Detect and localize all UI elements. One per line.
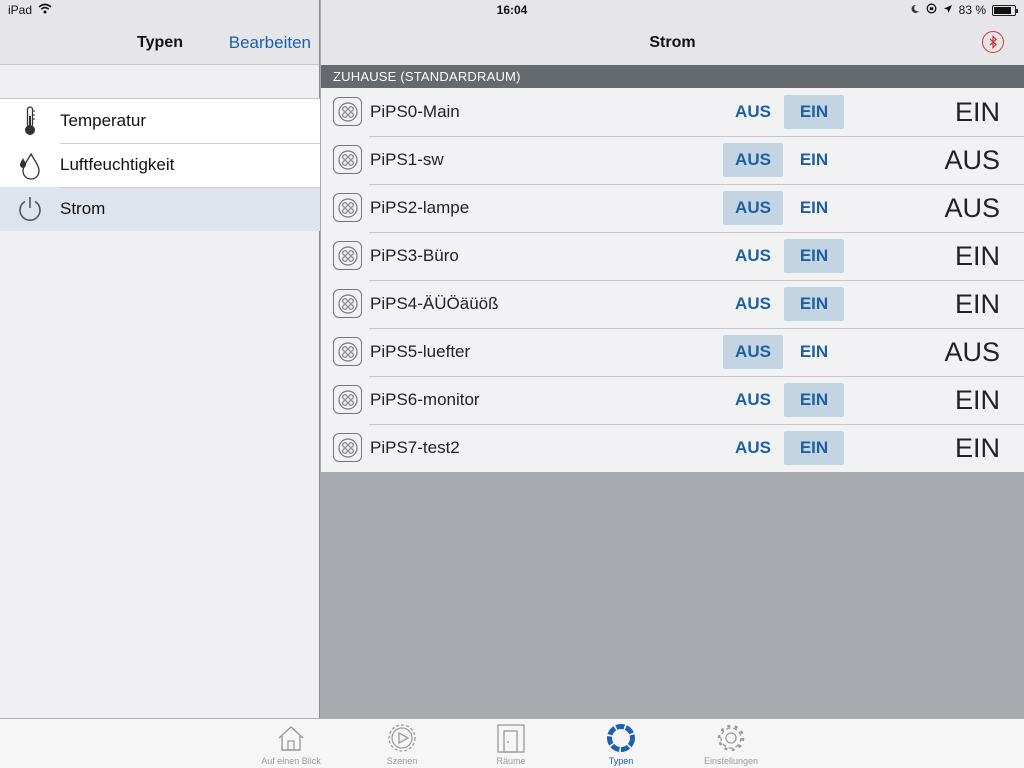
tab-einstellungen[interactable]: Einstellungen <box>691 719 771 768</box>
sidebar: Typen Bearbeiten Temperatur Luftfeuchtig… <box>0 0 320 718</box>
types-ring-icon <box>605 722 637 754</box>
device-name: PiPS0-Main <box>370 102 460 121</box>
sidebar-item-label: Strom <box>60 199 106 218</box>
table-row: PiPS4-ÄÜÖäüöß AUS EIN EIN <box>321 280 1024 328</box>
bluetooth-icon[interactable] <box>982 31 1004 53</box>
location-arrow-icon <box>943 3 953 17</box>
socket-icon <box>333 241 362 270</box>
wifi-icon <box>38 3 52 17</box>
device-name: PiPS5-luefter <box>370 342 471 361</box>
edit-button[interactable]: Bearbeiten <box>229 33 311 53</box>
tab-auf-einen-blick[interactable]: Auf einen Blick <box>251 719 331 768</box>
sidebar-item-temperatur[interactable]: Temperatur <box>0 99 320 143</box>
on-button[interactable]: EIN <box>784 383 844 417</box>
off-button[interactable]: AUS <box>723 143 783 177</box>
socket-icon <box>333 337 362 366</box>
device-name: PiPS3-Büro <box>370 246 459 265</box>
type-list: Temperatur Luftfeuchtigkeit Strom <box>0 98 320 231</box>
device-state: AUS <box>944 336 1000 367</box>
on-button[interactable]: EIN <box>784 431 844 465</box>
device-name: PiPS4-ÄÜÖäüöß <box>370 294 499 313</box>
device-name: PiPS1-sw <box>370 150 444 169</box>
device-state: EIN <box>954 384 1000 415</box>
socket-icon <box>333 97 362 126</box>
tab-label: Räume <box>496 756 526 766</box>
thermometer-icon <box>0 106 60 136</box>
device-name: PiPS6-monitor <box>370 390 480 409</box>
tab-label: Typen <box>608 756 634 766</box>
table-row: PiPS3-Büro AUS EIN EIN <box>321 232 1024 280</box>
tab-bar: Auf einen Blick Szenen Räume Typen Einst… <box>0 718 1024 768</box>
device-state: EIN <box>954 288 1000 319</box>
device-name: PiPS7-test2 <box>370 438 460 457</box>
sidebar-item-label: Luftfeuchtigkeit <box>60 155 175 174</box>
tab-szenen[interactable]: Szenen <box>362 719 442 768</box>
device-name: PiPS2-lampe <box>370 198 470 217</box>
page-title: Strom <box>649 34 696 51</box>
off-button[interactable]: AUS <box>723 335 783 369</box>
socket-icon <box>333 433 362 462</box>
device-state: AUS <box>944 192 1000 223</box>
socket-icon <box>333 289 362 318</box>
on-button[interactable]: EIN <box>784 143 844 177</box>
off-button[interactable]: AUS <box>723 239 783 273</box>
power-icon <box>0 195 60 223</box>
off-button[interactable]: AUS <box>723 95 783 129</box>
off-button[interactable]: AUS <box>723 287 783 321</box>
door-icon <box>496 722 526 754</box>
droplet-icon <box>0 150 60 180</box>
off-button[interactable]: AUS <box>723 431 783 465</box>
tab-raeume[interactable]: Räume <box>471 719 551 768</box>
table-row: PiPS1-sw AUS EIN AUS <box>321 136 1024 184</box>
battery-percent: 83 % <box>958 3 986 17</box>
on-button[interactable]: EIN <box>784 287 844 321</box>
tab-label: Einstellungen <box>703 756 759 766</box>
on-button[interactable]: EIN <box>784 239 844 273</box>
table-row: PiPS0-Main AUS EIN EIN <box>321 88 1024 136</box>
socket-icon <box>333 193 362 222</box>
on-button[interactable]: EIN <box>784 95 844 129</box>
sidebar-item-strom[interactable]: Strom <box>0 187 320 231</box>
gear-icon <box>716 722 746 754</box>
section-header: ZUHAUSE (STANDARDRAUM) <box>321 65 1024 88</box>
device-name: iPad <box>8 3 33 17</box>
moon-icon <box>910 3 920 17</box>
house-icon <box>276 722 306 754</box>
device-state: EIN <box>954 240 1000 271</box>
sidebar-item-luftfeuchtigkeit[interactable]: Luftfeuchtigkeit <box>0 143 320 187</box>
device-list: PiPS0-Main AUS EIN EIN PiPS1-sw AUS EIN … <box>321 88 1024 472</box>
table-row: PiPS2-lampe AUS EIN AUS <box>321 184 1024 232</box>
table-row: PiPS6-monitor AUS EIN EIN <box>321 376 1024 424</box>
sidebar-item-label: Temperatur <box>60 111 146 130</box>
device-state: EIN <box>954 96 1000 127</box>
status-time: 16:04 <box>496 3 528 17</box>
socket-icon <box>333 145 362 174</box>
rotation-lock-icon <box>926 3 937 17</box>
status-bar: iPad 16:04 83 % <box>0 0 1024 20</box>
off-button[interactable]: AUS <box>723 191 783 225</box>
tab-label: Szenen <box>386 756 418 766</box>
battery-icon <box>992 4 1018 16</box>
off-button[interactable]: AUS <box>723 383 783 417</box>
device-state: EIN <box>954 432 1000 463</box>
table-row: PiPS7-test2 AUS EIN EIN <box>321 424 1024 472</box>
tab-typen[interactable]: Typen <box>581 719 661 768</box>
device-state: AUS <box>944 144 1000 175</box>
tab-label: Auf einen Blick <box>261 756 321 766</box>
table-row: PiPS5-luefter AUS EIN AUS <box>321 328 1024 376</box>
play-icon <box>387 722 417 754</box>
on-button[interactable]: EIN <box>784 191 844 225</box>
on-button[interactable]: EIN <box>784 335 844 369</box>
main-panel: Strom ZUHAUSE (STANDARDRAUM) PiPS0-Main … <box>321 0 1024 718</box>
socket-icon <box>333 385 362 414</box>
